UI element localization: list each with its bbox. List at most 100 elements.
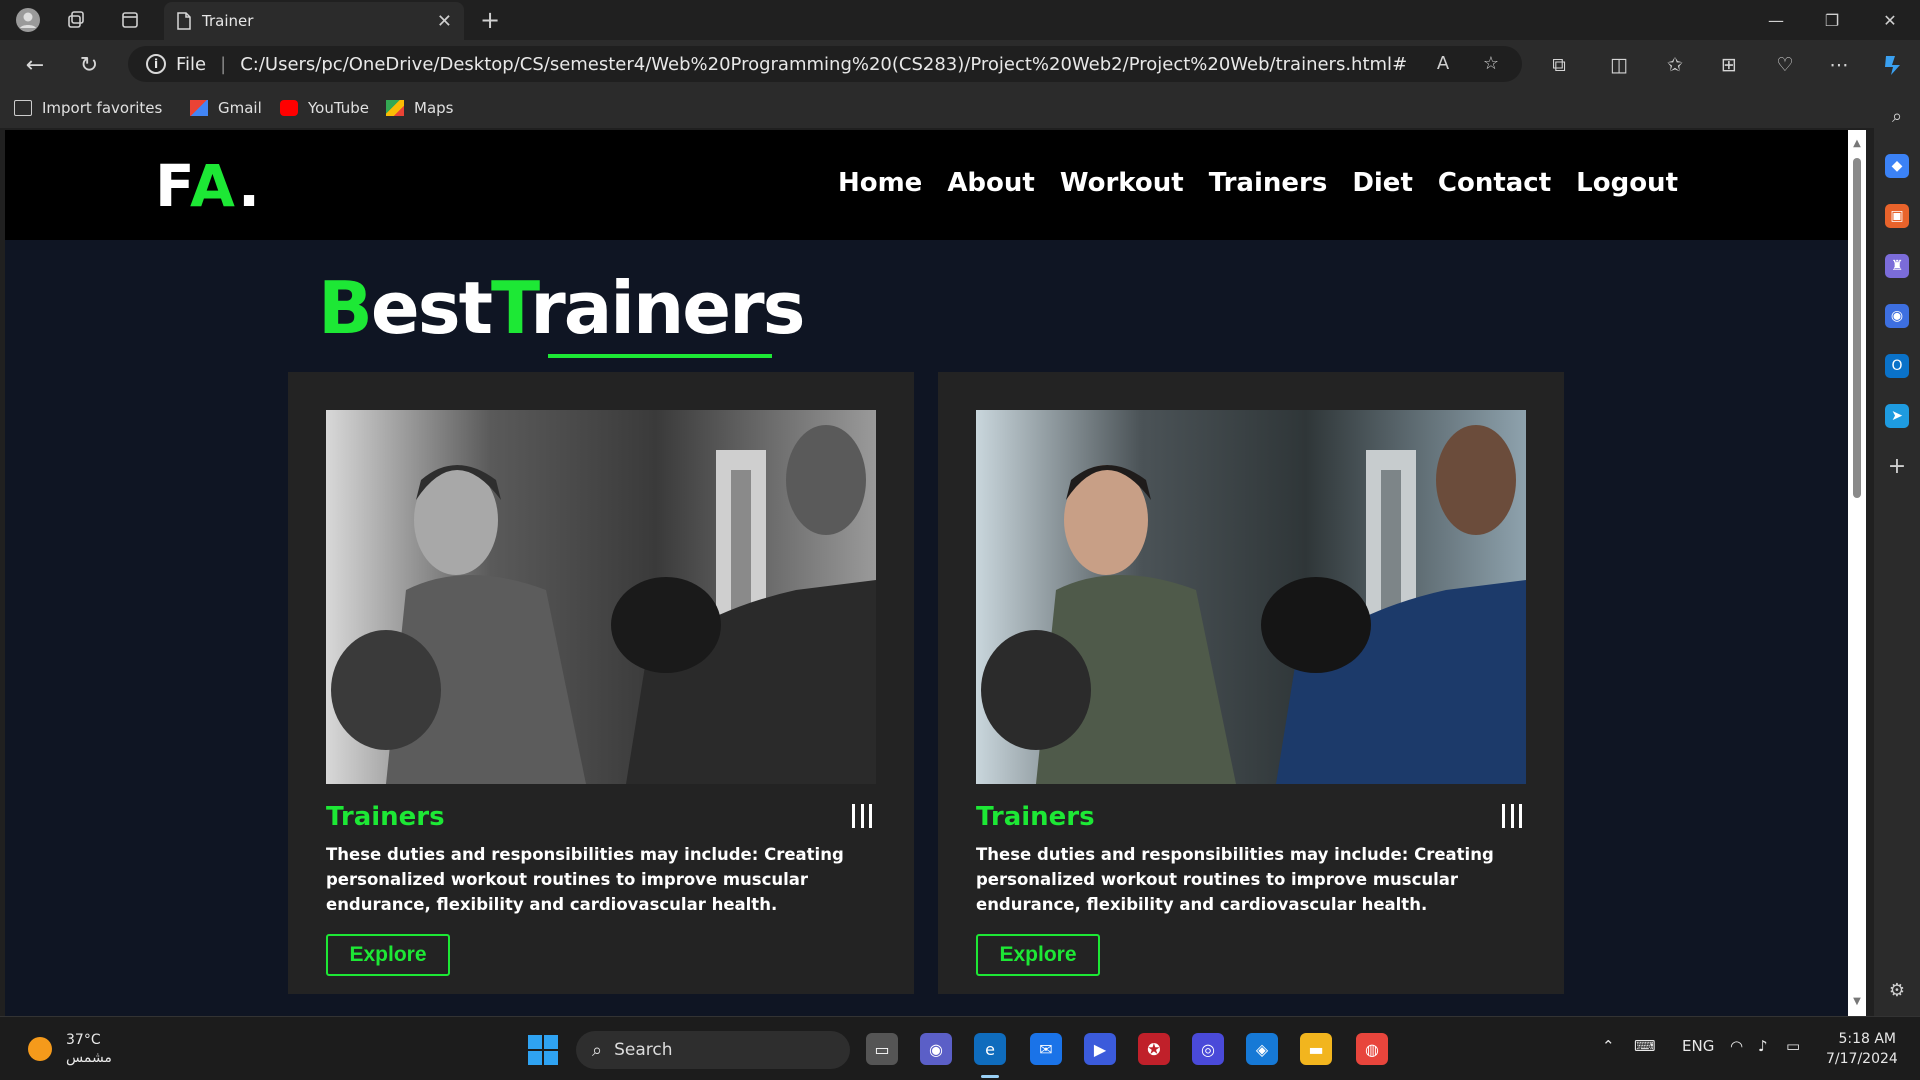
explore-button[interactable]: Explore [976,934,1100,976]
trainer-photo-color [976,410,1526,784]
mail-icon[interactable]: ✉ [1030,1033,1062,1065]
tools-briefcase-icon[interactable]: ▣ [1885,204,1909,228]
close-tab-icon[interactable]: ✕ [437,11,452,32]
nav-workout[interactable]: Workout [1060,168,1184,198]
nav-trainers[interactable]: Trainers [1209,168,1328,198]
search-label: Search [614,1040,673,1060]
youtube-icon [280,100,298,116]
back-arrow-icon[interactable]: ← [20,50,50,80]
shopping-tag-icon[interactable]: ◆ [1885,154,1909,178]
scrollbar-thumb[interactable] [1853,158,1861,498]
import-icon [14,100,32,116]
browser-tab-trainer[interactable]: Trainer ✕ [164,2,464,40]
workspaces-icon[interactable] [62,6,90,34]
new-tab-button[interactable]: + [476,6,504,34]
weather-temp: 37°C [66,1032,101,1048]
address-toolbar: ← ↻ i File | C:/Users/pc/OneDrive/Deskto… [0,40,1920,88]
windows-taskbar: 37°C مشمس ⌕ Search ▭ ◉ e ✉ ▶ ✪ ◎ ◈ ▬ ◍ ⌃… [0,1016,1920,1080]
read-aloud-icon[interactable]: A [1428,48,1458,78]
refresh-icon[interactable]: ↻ [74,50,104,80]
site-info-icon[interactable]: i [146,54,166,74]
clock-date: 7/17/2024 [1826,1051,1898,1067]
media-player-icon[interactable]: ▶ [1084,1033,1116,1065]
system-clock[interactable]: 5:18 AM 7/17/2024 [1826,1029,1898,1069]
extensions-icon[interactable]: ⧉ [1544,50,1574,80]
sun-icon [28,1037,52,1061]
edge-browser-icon[interactable]: e [974,1033,1006,1065]
favorites-bar: Import favorites Gmail YouTube Maps [0,88,1920,128]
split-screen-icon[interactable]: ◫ [1604,50,1634,80]
page-icon [177,12,191,30]
scroll-down-arrow-icon[interactable]: ▼ [1851,996,1863,1008]
collections-icon[interactable]: ⊞ [1714,50,1744,80]
chrome-icon[interactable]: ◍ [1356,1033,1388,1065]
outlook-icon[interactable]: O [1885,354,1909,378]
site-header: FA. Home About Workout Trainers Diet Con… [5,130,1848,240]
nav-logout[interactable]: Logout [1576,168,1678,198]
browser-tab-bar: Trainer ✕ + — ❐ ✕ [0,0,1920,40]
edge-sidebar: ⌕ ◆ ▣ ♜ ◉ O ➤ + ⚙ [1874,88,1920,1016]
send-icon[interactable]: ➤ [1885,404,1909,428]
page-viewport: FA. Home About Workout Trainers Diet Con… [5,130,1848,1016]
wifi-icon[interactable]: ◠ [1730,1037,1743,1055]
task-view-icon[interactable]: ▭ [866,1033,898,1065]
site-logo[interactable]: FA. [155,152,262,220]
fav-gmail[interactable]: Gmail [190,98,262,118]
games-icon[interactable]: ♜ [1885,254,1909,278]
browser-essentials-icon[interactable]: ♡ [1770,50,1800,80]
add-sidebar-app-icon[interactable]: + [1885,454,1909,479]
show-hidden-icons-chevron-icon[interactable]: ⌃ [1602,1037,1615,1055]
favorite-star-icon[interactable]: ☆ [1476,48,1506,78]
profile-avatar-icon[interactable] [14,6,42,34]
fav-maps[interactable]: Maps [386,98,453,118]
explore-button[interactable]: Explore [326,934,450,976]
address-scheme: File [176,53,207,75]
nav-diet[interactable]: Diet [1352,168,1413,198]
copilot-sidebar-icon[interactable]: ◉ [1885,304,1909,328]
sidebar-settings-gear-icon[interactable]: ⚙ [1885,978,1909,1002]
minimize-button[interactable]: — [1748,0,1804,40]
trainer-photo-grayscale [326,410,876,784]
more-options-icon[interactable]: ⋯ [1824,50,1854,80]
file-explorer-icon[interactable]: ▬ [1300,1033,1332,1065]
page-scrollbar[interactable]: ▲ ▼ [1848,130,1866,1016]
weather-desc: مشمس [66,1050,112,1066]
taskbar-search[interactable]: ⌕ Search [576,1031,850,1069]
keyboard-icon[interactable]: ⌨ [1634,1037,1656,1055]
nav-about[interactable]: About [947,168,1035,198]
scroll-up-arrow-icon[interactable]: ▲ [1851,138,1863,150]
card-description: These duties and responsibilities may in… [976,845,1494,914]
tab-title: Trainer [202,12,254,30]
tab-actions-icon[interactable] [116,6,144,34]
search-icon[interactable]: ⌕ [1885,104,1909,128]
fav-youtube[interactable]: YouTube [280,98,369,118]
clock-time: 5:18 AM [1838,1031,1896,1047]
teams-chat-icon[interactable]: ◉ [920,1033,952,1065]
restore-button[interactable]: ❐ [1804,0,1860,40]
card-menu-icon[interactable] [1502,804,1522,828]
windows-start-icon[interactable] [528,1035,558,1065]
language-indicator[interactable]: ENG [1682,1037,1714,1055]
page-title: BestTrainers [318,266,805,350]
search-icon: ⌕ [592,1039,603,1061]
close-window-button[interactable]: ✕ [1862,0,1918,40]
battery-icon[interactable]: ▭ [1786,1037,1800,1055]
nav-contact[interactable]: Contact [1438,168,1551,198]
copilot-icon[interactable] [1878,50,1908,80]
fav-import-favorites[interactable]: Import favorites [14,98,162,118]
address-bar[interactable]: i File | C:/Users/pc/OneDrive/Desktop/CS… [128,46,1522,82]
favorites-icon[interactable]: ✩ [1660,50,1690,80]
trainer-card: Trainers These duties and responsibiliti… [288,372,914,994]
shield-icon[interactable]: ◈ [1246,1033,1278,1065]
weather-widget[interactable]: 37°C مشمس [28,1031,112,1067]
volume-icon[interactable]: ♪ [1758,1037,1768,1055]
antivirus-icon[interactable]: ✪ [1138,1033,1170,1065]
card-description: These duties and responsibilities may in… [326,845,844,914]
address-url[interactable]: C:/Users/pc/OneDrive/Desktop/CS/semester… [240,54,1407,75]
card-menu-icon[interactable] [852,804,872,828]
fav-label: Gmail [218,99,262,117]
nav-home[interactable]: Home [838,168,922,198]
app-icon[interactable]: ◎ [1192,1033,1224,1065]
heading-underline [548,354,772,358]
card-title: Trainers [326,802,445,832]
